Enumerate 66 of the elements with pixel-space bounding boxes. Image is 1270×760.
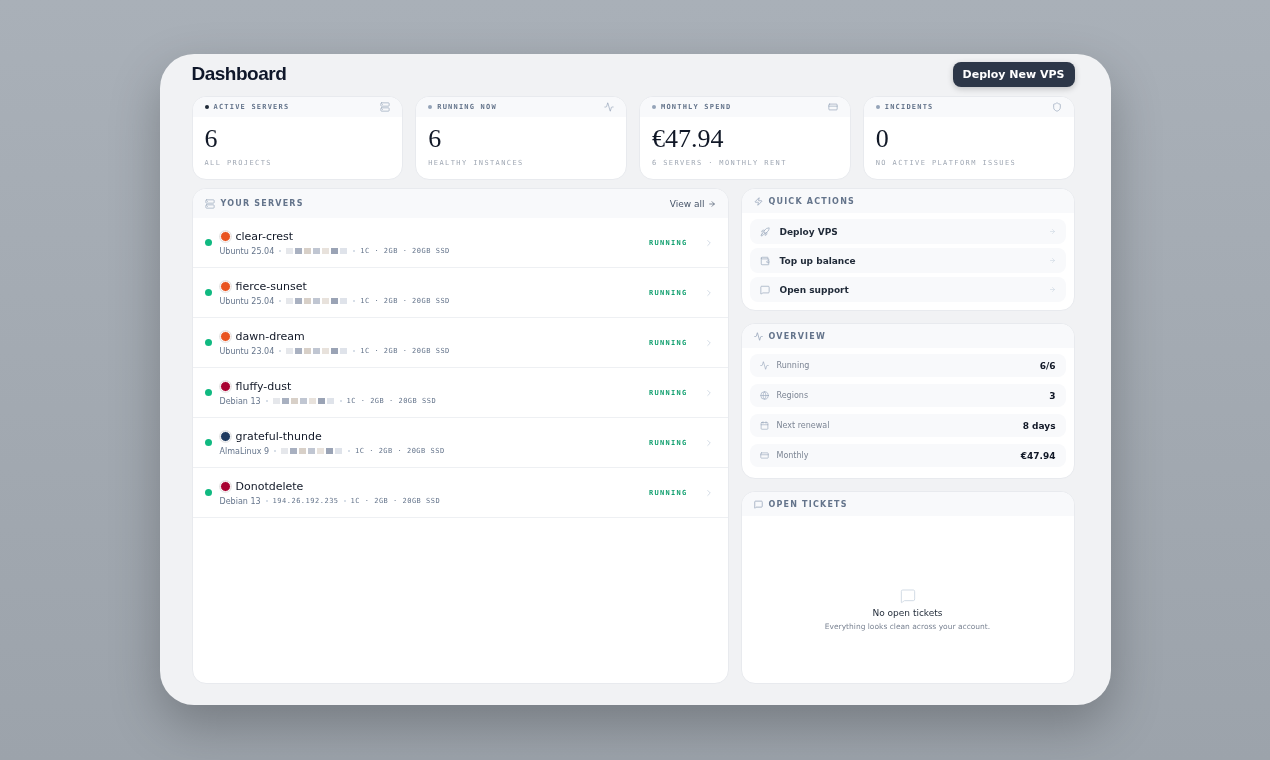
server-name: clear-crest xyxy=(235,229,294,243)
panel-title: OPEN TICKETS xyxy=(768,499,848,509)
overview-value: €47.94 xyxy=(1020,450,1056,461)
activity-icon xyxy=(753,331,763,341)
redacted-address-drawing xyxy=(286,298,349,304)
stat-value: 0 xyxy=(875,125,890,153)
os-version: Ubuntu 25.04 xyxy=(219,246,275,256)
status-dot xyxy=(204,489,212,496)
panel-title: OVERVIEW xyxy=(768,331,826,341)
server-name: Donotdelete xyxy=(235,479,304,493)
overview-value: 3 xyxy=(1049,390,1056,401)
redacted-address-drawing xyxy=(272,398,335,404)
panel-title: YOUR SERVERS xyxy=(220,199,304,208)
status-dot xyxy=(204,389,212,396)
os-version: Ubuntu 25.04 xyxy=(219,296,275,306)
status-dot xyxy=(204,239,212,246)
redacted-address-drawing xyxy=(281,448,344,454)
os-version: AlmaLinux 9 xyxy=(219,446,270,456)
server-name: dawn-dream xyxy=(235,329,305,343)
server-name: fierce-sunset xyxy=(235,279,307,293)
page-title: Dashboard xyxy=(191,63,287,85)
chat-bubble-icon xyxy=(899,588,916,604)
redacted-address-drawing xyxy=(286,348,349,354)
arrow-right-icon xyxy=(1048,286,1056,293)
globe-icon xyxy=(759,391,769,400)
panel-title: QUICK ACTIONS xyxy=(768,196,855,206)
stat-value: 6 xyxy=(428,125,443,153)
arrow-right-icon xyxy=(1048,257,1056,264)
overview-value: 8 days xyxy=(1022,420,1056,431)
lightning-icon xyxy=(753,196,763,206)
credit-card-icon xyxy=(827,102,838,112)
server-icon xyxy=(204,198,215,209)
arrow-right-icon xyxy=(1048,228,1056,235)
server-icon xyxy=(380,102,391,112)
stat-value: 6 xyxy=(204,125,219,153)
calendar-icon xyxy=(759,421,769,430)
status-dot xyxy=(204,339,212,346)
deploy-new-vps-button[interactable]: Deploy New VPS xyxy=(952,61,1075,87)
server-name: grateful-thunde xyxy=(235,429,322,443)
server-name: fluffy-dust xyxy=(235,379,292,393)
view-all-link[interactable]: View all xyxy=(669,198,716,209)
chat-bubble-icon xyxy=(759,284,770,295)
shield-icon xyxy=(1051,102,1062,112)
os-version: Ubuntu 23.04 xyxy=(219,346,275,356)
activity-icon xyxy=(759,361,769,370)
overview-label: Monthly xyxy=(776,451,810,460)
os-version: Debian 13 xyxy=(219,496,261,506)
activity-icon xyxy=(604,102,614,112)
os-version: Debian 13 xyxy=(219,396,261,406)
overview-label: Regions xyxy=(776,391,810,400)
arrow-right-icon xyxy=(707,199,716,208)
overview-label: Running xyxy=(776,361,811,370)
wallet-icon xyxy=(759,255,770,266)
overview-value: 6/6 xyxy=(1039,360,1056,371)
quick-action-button[interactable]: Open support xyxy=(749,277,1066,302)
rocket-icon xyxy=(759,226,770,237)
quick-action-button[interactable]: Top up balance xyxy=(749,248,1066,273)
quick-action-button[interactable]: Deploy VPS xyxy=(749,219,1066,244)
chat-bubble-icon xyxy=(753,499,763,509)
stat-value: €47.94 xyxy=(652,125,725,153)
empty-title: No open tickets xyxy=(872,608,943,618)
overview-label: Next renewal xyxy=(776,421,831,430)
status-dot xyxy=(204,289,212,296)
status-dot xyxy=(204,439,212,446)
credit-card-icon xyxy=(759,451,769,460)
redacted-address-drawing xyxy=(286,248,349,254)
